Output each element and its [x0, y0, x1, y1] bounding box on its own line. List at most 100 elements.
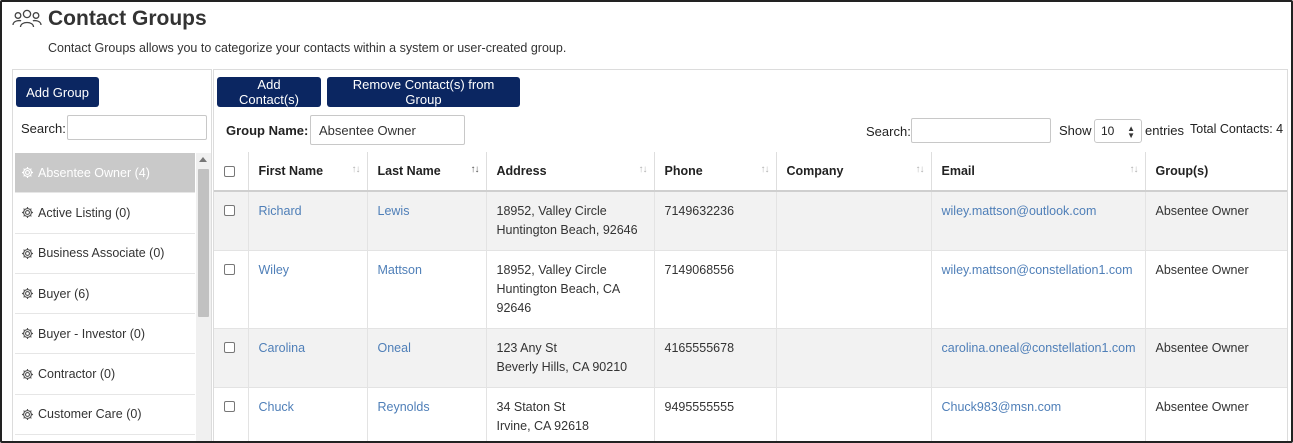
select-all-header[interactable]: [214, 152, 249, 192]
table-row: Chuck Reynolds 34 Staton St Irvine, CA 92…: [214, 387, 1287, 441]
group-item-buyer[interactable]: Buyer (6): [15, 273, 195, 315]
group-name-label: Group Name:: [226, 123, 309, 138]
last-name-link[interactable]: Reynolds: [378, 400, 430, 414]
sort-arrows-icon: ↑↓: [351, 164, 361, 175]
group-search-input[interactable]: [67, 115, 207, 140]
add-contacts-button[interactable]: Add Contact(s): [217, 77, 321, 107]
page-subtitle: Contact Groups allows you to categorize …: [48, 41, 567, 55]
company-cell: [776, 191, 932, 251]
group-list-scrollbar[interactable]: [196, 153, 211, 441]
gear-icon: [21, 247, 34, 259]
address-line: Irvine, CA 92618: [496, 419, 589, 433]
contacts-search-input[interactable]: [911, 118, 1051, 143]
company-cell: [776, 328, 932, 388]
group-item-label: Absentee Owner (4): [38, 165, 150, 180]
header-address[interactable]: Address ↑↓: [486, 152, 655, 192]
header-groups: Group(s): [1145, 152, 1287, 192]
phone-cell: 7149632236: [654, 191, 777, 251]
group-item-contractor[interactable]: Contractor (0): [15, 354, 195, 395]
add-group-button[interactable]: Add Group: [16, 77, 99, 107]
sort-arrows-icon: ↑↓: [638, 164, 648, 175]
groups-cell: Absentee Owner: [1145, 328, 1287, 388]
gear-icon: [21, 167, 34, 179]
header-company[interactable]: Company ↑↓: [776, 152, 932, 192]
page-header: Contact Groups: [12, 7, 207, 31]
header-email[interactable]: Email ↑↓: [931, 152, 1146, 192]
table-row: Wiley Mattson 18952, Valley Circle Huntin…: [214, 250, 1287, 329]
address-line: Huntington Beach, CA: [496, 282, 621, 296]
email-link[interactable]: carolina.oneal@constellation1.com: [942, 341, 1136, 355]
entries-per-page-select[interactable]: 10 ▲ ▼: [1094, 119, 1142, 143]
table-header-row: First Name ↑↓ Last Name ↑↓ Address ↑↓ Phone…: [214, 152, 1287, 192]
header-first-name[interactable]: First Name ↑↓: [248, 152, 368, 192]
sort-arrows-icon: ↑↓: [915, 164, 925, 175]
address-line: 123 Any St: [496, 341, 557, 355]
gear-icon: [21, 207, 34, 219]
address-line: 34 Staton St: [496, 400, 566, 414]
users-group-icon: [12, 9, 42, 28]
row-checkbox[interactable]: [224, 342, 235, 353]
remove-contacts-button[interactable]: Remove Contact(s) from Group: [327, 77, 520, 107]
first-name-link[interactable]: Wiley: [259, 263, 290, 277]
contacts-search-label: Search:: [866, 124, 911, 139]
scroll-up-arrow-icon[interactable]: [199, 157, 207, 162]
gear-icon: [21, 288, 34, 300]
first-name-link[interactable]: Carolina: [259, 341, 306, 355]
entries-per-page-value: 10: [1101, 124, 1115, 138]
group-item-business-associate[interactable]: Business Associate (0): [15, 233, 195, 274]
email-link[interactable]: Chuck983@msn.com: [942, 400, 1062, 414]
group-item-customer-care[interactable]: Customer Care (0): [15, 394, 195, 436]
header-last-name[interactable]: Last Name ↑↓: [367, 152, 487, 192]
last-name-link[interactable]: Lewis: [378, 204, 410, 218]
table-row: Carolina Oneal 123 Any St Beverly Hills, …: [214, 328, 1287, 388]
address-line: Huntington Beach, 92646: [496, 223, 638, 237]
total-contacts: Total Contacts: 4: [1190, 122, 1284, 136]
first-name-link[interactable]: Chuck: [259, 400, 294, 414]
header-phone[interactable]: Phone ↑↓: [654, 152, 777, 192]
group-item-label: Buyer - Investor (0): [38, 326, 145, 341]
row-checkbox[interactable]: [224, 264, 235, 275]
contacts-table: First Name ↑↓ Last Name ↑↓ Address ↑↓ Phone…: [214, 152, 1287, 441]
group-item-label: Buyer (6): [38, 286, 90, 301]
company-cell: [776, 250, 932, 329]
address-line: 18952, Valley Circle: [496, 204, 607, 218]
group-list-panel: Add Group Search: Absentee Owner (4) Act…: [12, 69, 212, 441]
scroll-thumb[interactable]: [198, 169, 209, 317]
group-name-input[interactable]: [310, 115, 465, 145]
phone-cell: 7149068556: [654, 250, 777, 329]
group-item-buyer-investor[interactable]: Buyer - Investor (0): [15, 314, 195, 355]
group-item-absentee-owner[interactable]: Absentee Owner (4): [15, 153, 195, 194]
sort-arrows-icon: ↑↓: [1129, 164, 1139, 175]
group-item-active-listing[interactable]: Active Listing (0): [15, 193, 195, 234]
first-name-link[interactable]: Richard: [259, 204, 302, 218]
last-name-link[interactable]: Mattson: [378, 263, 422, 277]
last-name-link[interactable]: Oneal: [378, 341, 411, 355]
contacts-panel: Add Contact(s) Remove Contact(s) from Gr…: [213, 69, 1288, 441]
row-checkbox[interactable]: [224, 205, 235, 216]
select-caret-icon: ▲ ▼: [1127, 124, 1135, 140]
sort-ascending-icon: ↑↓: [470, 164, 480, 175]
group-search-label: Search:: [21, 121, 66, 136]
phone-cell: 9495555555: [654, 387, 777, 441]
group-item-label: Customer Care (0): [38, 407, 142, 422]
row-checkbox[interactable]: [224, 401, 235, 412]
gear-icon: [21, 368, 34, 380]
select-all-checkbox[interactable]: [224, 165, 235, 177]
gear-icon: [21, 408, 34, 420]
entries-label: entries: [1145, 123, 1185, 138]
address-line: 92646: [496, 301, 532, 315]
groups-cell: Absentee Owner: [1145, 250, 1287, 329]
address-line: 18952, Valley Circle: [496, 263, 607, 277]
group-list: Absentee Owner (4) Active Listing (0) Bu…: [15, 153, 195, 436]
email-link[interactable]: wiley.mattson@outlook.com: [942, 204, 1097, 218]
email-link[interactable]: wiley.mattson@constellation1.com: [942, 263, 1133, 277]
groups-cell: Absentee Owner: [1145, 387, 1287, 441]
show-label: Show: [1059, 123, 1092, 138]
sort-arrows-icon: ↑↓: [760, 164, 770, 175]
table-row: Richard Lewis 18952, Valley Circle Huntin…: [214, 191, 1287, 251]
group-item-label: Contractor (0): [38, 367, 116, 382]
address-line: Beverly Hills, CA 90210: [496, 360, 628, 374]
gear-icon: [21, 328, 34, 340]
page-title: Contact Groups: [48, 7, 207, 30]
company-cell: [776, 387, 932, 441]
